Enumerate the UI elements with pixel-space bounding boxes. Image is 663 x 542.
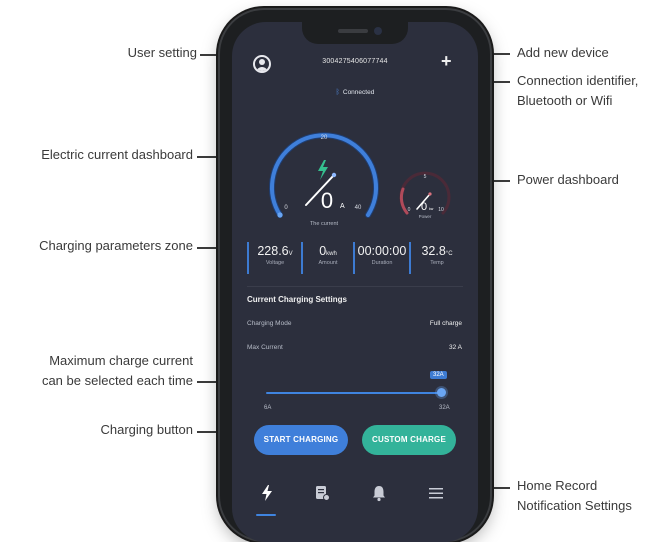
param-amount-label: Amount — [318, 260, 338, 266]
param-duration-reading: 00:00:00 — [355, 244, 409, 258]
callout-charging-button: Charging button — [100, 422, 193, 437]
param-voltage-value: 228.6 — [257, 244, 289, 258]
power-gauge-arc — [399, 187, 409, 215]
power-gauge-value: 0 — [421, 201, 427, 213]
param-temp-value: 32.8 — [421, 244, 446, 258]
slider-tooltip: 32A — [430, 371, 447, 379]
power-gauge-label: Power — [419, 214, 432, 219]
add-device-button[interactable]: + — [441, 51, 452, 72]
callout-add-device: Add new device — [517, 45, 609, 60]
callout-power-dashboard: Power dashboard — [517, 172, 619, 187]
max-current-value: 32 A — [448, 344, 462, 351]
param-voltage-unit: V — [288, 251, 293, 257]
tab-settings[interactable] — [426, 483, 446, 503]
current-gauge-value: 0 — [321, 188, 333, 213]
phone-frame: 3004275406077744 + ᛒ Connected 20 0 40 0 … — [220, 10, 490, 542]
current-gauge-needle-tip — [331, 172, 337, 178]
power-gauge: 5 0 10 0 kw Power — [395, 167, 455, 227]
power-gauge-unit: kw — [429, 207, 434, 211]
callout-connection-line2: Bluetooth or Wifi — [517, 93, 613, 108]
power-gauge-min-label: 0 — [408, 207, 411, 213]
bottom-tab-bar — [232, 477, 478, 517]
record-icon — [316, 486, 330, 501]
callout-max-current-line1: Maximum charge current — [49, 353, 193, 368]
current-gauge-min-label: 0 — [284, 205, 288, 211]
lightning-icon — [318, 160, 328, 180]
current-gauge-start-dot — [277, 212, 283, 218]
param-amount-unit: kwh — [326, 251, 337, 257]
bluetooth-icon: ᛒ — [335, 89, 340, 96]
param-duration-value: 00:00:00 — [357, 244, 407, 258]
param-amount-reading: 0kwh — [303, 244, 353, 258]
bell-icon — [373, 486, 385, 502]
slider-min-label: 6A — [264, 405, 272, 411]
lightning-icon — [262, 485, 272, 501]
start-charging-button[interactable]: START CHARGING — [254, 425, 348, 455]
param-temp-unit: °C — [445, 251, 453, 257]
charging-mode-value[interactable]: Full charge — [430, 320, 462, 327]
power-gauge-needle-tip — [428, 192, 432, 196]
power-gauge-mid-label: 5 — [424, 174, 427, 180]
callout-tabs-line2: Notification Settings — [517, 498, 632, 513]
param-voltage: 228.6V Voltage — [247, 242, 301, 274]
callout-max-current: Maximum charge current can be selected e… — [0, 351, 193, 391]
custom-charge-button[interactable]: CUSTOM CHARGE — [362, 425, 456, 455]
current-gauge-svg: 20 0 40 0 A The current — [269, 132, 379, 227]
current-gauge-unit: A — [340, 203, 345, 210]
callout-connection: Connection identifier, Bluetooth or Wifi — [517, 71, 638, 111]
power-gauge-svg: 5 0 10 0 kw Power — [399, 171, 451, 219]
param-temp-reading: 32.8°C — [411, 244, 463, 258]
callout-current-dashboard: Electric current dashboard — [41, 147, 193, 162]
param-temp: 32.8°C Temp — [409, 242, 463, 274]
app-screen: 3004275406077744 + ᛒ Connected 20 0 40 0 … — [232, 22, 478, 542]
callout-tabs-line1: Home Record — [517, 478, 598, 493]
current-gauge: 20 0 40 0 A The current — [254, 108, 394, 248]
connection-status-text: Connected — [342, 89, 375, 96]
callout-user-setting: User setting — [127, 45, 197, 60]
avatar-body — [256, 67, 268, 71]
param-voltage-reading: 228.6V — [249, 244, 301, 258]
speaker-grille — [338, 29, 368, 33]
max-current-label: Max Current — [247, 344, 283, 351]
divider — [247, 286, 463, 287]
tab-notification[interactable] — [369, 483, 389, 503]
slider-max-label: 32A — [439, 405, 450, 411]
tab-record[interactable] — [312, 483, 332, 503]
front-camera — [374, 27, 382, 35]
phone-notch — [302, 22, 408, 44]
max-current-slider[interactable] — [266, 392, 444, 394]
tab-home[interactable] — [257, 483, 277, 503]
param-temp-label: Temp — [430, 260, 444, 266]
power-gauge-max-label: 10 — [438, 207, 444, 213]
charging-mode-label: Charging Mode — [247, 320, 292, 327]
charging-params: 228.6V Voltage 0kwh Amount 00:00:00 Dura… — [247, 242, 467, 274]
current-gauge-mid-label: 20 — [321, 135, 328, 141]
param-voltage-label: Voltage — [265, 260, 285, 266]
menu-icon — [429, 488, 443, 499]
callout-params-zone: Charging parameters zone — [39, 238, 193, 253]
callout-max-current-line2: can be selected each time — [41, 373, 193, 388]
param-duration-label: Duration — [371, 260, 393, 266]
callout-connection-line1: Connection identifier, — [517, 73, 639, 88]
active-tab-indicator — [256, 514, 276, 516]
param-amount: 0kwh Amount — [301, 242, 353, 274]
current-gauge-label: The current — [310, 221, 339, 227]
callout-tabs: Home Record Notification Settings — [517, 476, 632, 516]
current-gauge-max-label: 40 — [355, 205, 362, 211]
settings-title: Current Charging Settings — [247, 295, 348, 304]
param-duration: 00:00:00 Duration — [353, 242, 409, 274]
slider-handle[interactable] — [437, 388, 446, 397]
connection-status: ᛒ Connected — [232, 89, 478, 96]
